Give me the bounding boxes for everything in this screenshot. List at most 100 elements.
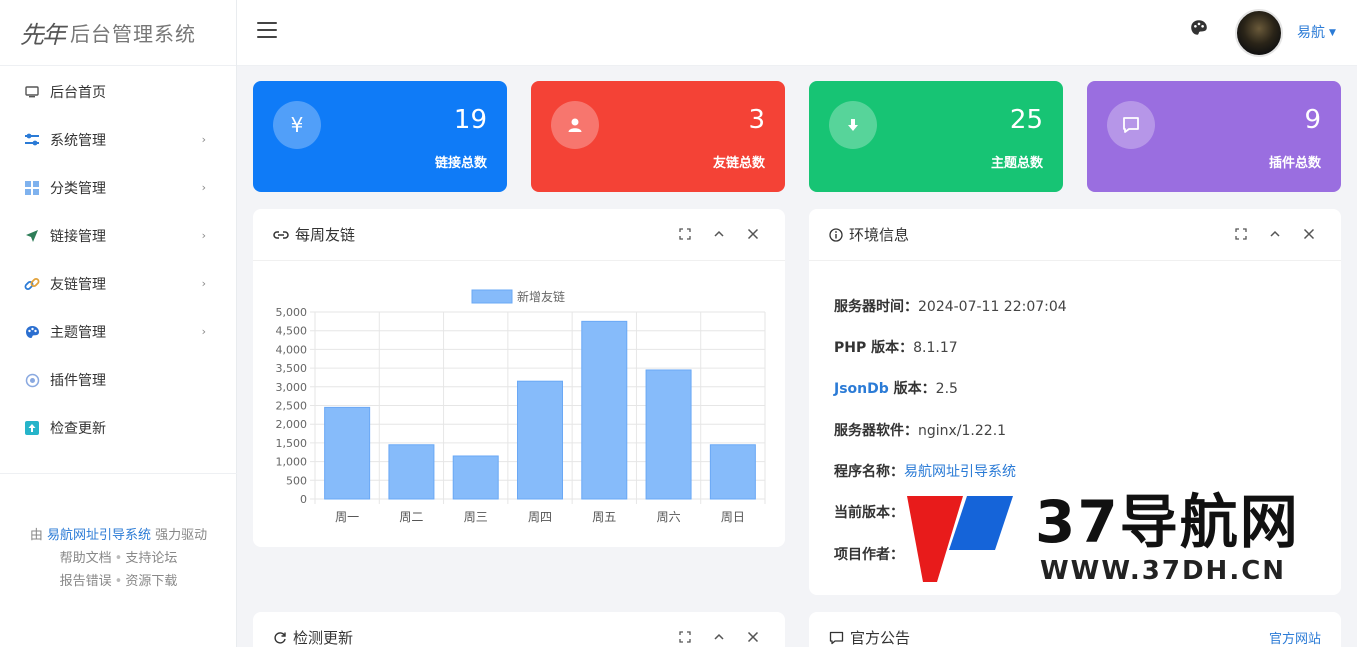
grid-icon [24,180,40,196]
card-header: 检测更新 [253,612,785,647]
card-title: 检测更新 [293,629,354,647]
stat-card-friendlinks[interactable]: 3 友链总数 [531,81,785,192]
chevron-right-icon: › [201,277,206,290]
x-tick-label: 周一 [335,510,359,524]
user-icon [551,101,599,149]
chart-bar [709,444,756,500]
legend-label: 新增友链 [517,289,565,304]
x-tick-label: 周三 [464,510,488,524]
top-bar: 易航 ▼ [237,0,1357,66]
palette-icon [24,324,40,340]
footer-link-report[interactable]: 报告错误 [60,574,112,589]
chart-bar [324,406,371,500]
sidebar-item-label: 系统管理 [50,133,106,149]
y-tick-label: 3,500 [276,362,308,375]
watermark-title: 37导航网 [1035,488,1300,556]
user-menu[interactable]: 易航 ▼ [1297,22,1336,42]
y-tick-label: 4,000 [276,343,308,356]
fullscreen-icon[interactable] [677,226,693,242]
close-icon[interactable] [745,629,761,645]
program-link[interactable]: 易航网址引导系统 [904,464,1016,480]
card-header: 环境信息 [809,209,1341,261]
footer-link-docs[interactable]: 帮助文档 [60,551,112,566]
upload-icon [24,420,40,436]
close-icon[interactable] [1301,226,1317,242]
card-tools [1233,226,1317,242]
chevron-right-icon: › [201,133,206,146]
sidebar-item-label: 友链管理 [50,277,106,293]
link-icon [24,276,40,292]
weekly-bar-chart: 0 500 1,000 1,500 2,000 2,500 3,000 3,500 4,000 4… [276,289,766,524]
chart-bar [581,320,628,500]
collapse-icon[interactable] [711,226,727,242]
chevron-right-icon: › [201,181,206,194]
env-row-program-name: 程序名称：易航网址引导系统 [834,464,1016,480]
sidebar-item-friendlinks[interactable]: 友链管理 › [0,260,236,308]
y-tick-label: 500 [286,474,307,487]
legend-swatch [471,289,513,304]
sidebar-item-themes[interactable]: 主题管理 › [0,308,236,356]
chevron-right-icon: › [201,325,206,338]
card-title: 官方公告 [850,629,911,647]
sidebar-item-system[interactable]: 系统管理 › [0,116,236,164]
sidebar-item-label: 插件管理 [50,373,106,389]
collapse-icon[interactable] [1267,226,1283,242]
username: 易航 [1297,25,1325,41]
sidebar-item-label: 检查更新 [50,421,106,437]
stat-card-themes[interactable]: 25 主题总数 [809,81,1063,192]
sidebar: 先年 后台管理系统 后台首页 系统管理 › 分类管理 › 链接管理 › 友链管理… [0,0,237,647]
stat-value: 9 [1304,105,1321,135]
fullscreen-icon[interactable] [677,629,693,645]
footer-link-forum[interactable]: 支持论坛 [125,551,177,566]
official-site-link[interactable]: 官方网站 [1269,628,1321,647]
footer-prefix: 由 [29,528,43,543]
refresh-icon [273,631,287,645]
y-tick-label: 5,000 [276,306,308,319]
caret-down-icon: ▼ [1329,28,1336,38]
stat-label: 主题总数 [990,156,1043,171]
sidebar-item-label: 链接管理 [50,229,106,245]
brand-logo[interactable]: 先年 后台管理系统 [0,0,236,66]
env-row-server-time: 服务器时间：2024-07-11 22:07:04 [834,299,1067,315]
sidebar-item-home[interactable]: 后台首页 [0,68,236,116]
close-icon[interactable] [745,226,761,242]
footer-product-link[interactable]: 易航网址引导系统 [47,528,151,543]
stat-label: 友链总数 [712,156,765,171]
x-tick-label: 周六 [657,510,681,524]
y-tick-label: 2,000 [276,418,308,431]
comment-icon [1107,101,1155,149]
user-avatar[interactable] [1235,9,1283,57]
theme-palette-icon[interactable] [1190,19,1208,40]
footer-link-download[interactable]: 资源下载 [125,574,177,589]
env-row-server-software: 服务器软件：nginx/1.22.1 [834,423,1007,439]
stat-card-links[interactable]: ¥ 19 链接总数 [253,81,507,192]
env-row-jsondb: JsonDb 版本：2.5 [834,381,958,397]
jsondb-link[interactable]: JsonDb [834,381,889,397]
chart-bar [388,444,435,500]
menu-toggle-icon[interactable] [257,22,277,40]
info-icon [829,227,843,242]
watermark-url: WWW.37DH.CN [1040,556,1287,586]
weekly-friendlinks-card: 每周友链 0 500 1,000 1,500 2,000 2,500 3,000 3,500 4… [253,209,785,547]
y-tick-label: 1,500 [276,437,308,450]
sidebar-menu: 后台首页 系统管理 › 分类管理 › 链接管理 › 友链管理 › 主题管理 › … [0,66,236,452]
sidebar-item-label: 分类管理 [50,181,106,197]
collapse-icon[interactable] [711,629,727,645]
fullscreen-icon[interactable] [1233,226,1249,242]
stat-card-plugins[interactable]: 9 插件总数 [1087,81,1341,192]
footer-suffix: 强力驱动 [155,528,208,543]
sidebar-divider [0,473,237,474]
download-icon [829,101,877,149]
notice-card: 官方公告 官方网站 [809,612,1341,647]
stat-label: 插件总数 [1268,156,1321,171]
y-tick-label: 3,000 [276,381,308,394]
sidebar-item-links[interactable]: 链接管理 › [0,212,236,260]
y-tick-label: 4,500 [276,325,308,338]
sidebar-item-plugins[interactable]: 插件管理 [0,356,236,404]
sidebar-item-update[interactable]: 检查更新 [0,404,236,452]
card-header: 每周友链 [253,209,785,261]
x-tick-label: 周五 [592,510,616,524]
sidebar-item-category[interactable]: 分类管理 › [0,164,236,212]
message-icon [829,631,844,645]
sidebar-item-label: 主题管理 [50,325,106,341]
